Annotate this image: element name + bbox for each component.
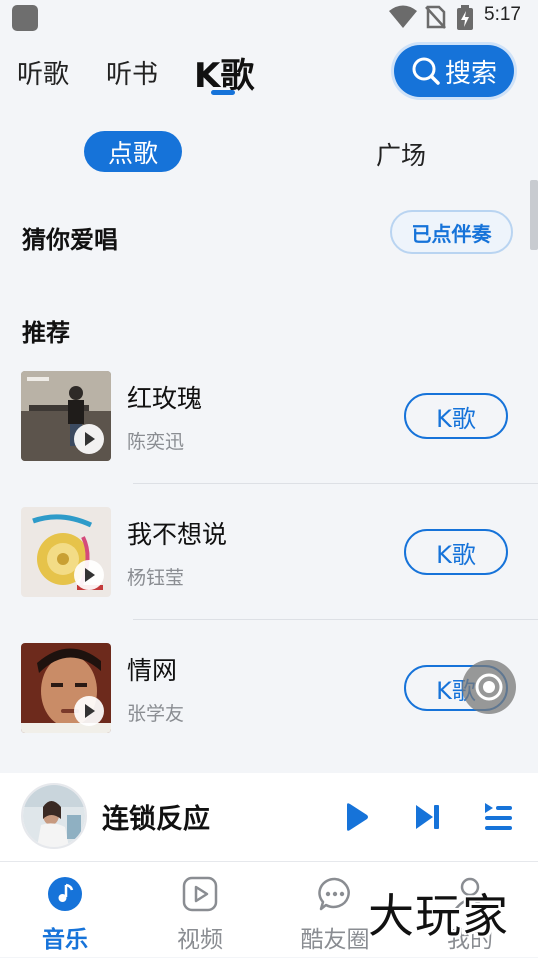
search-label: 搜索 [444, 58, 497, 89]
subtab-request-songs-label: 点歌 [107, 138, 158, 168]
next-track-button[interactable] [409, 799, 445, 835]
nav-item-music[interactable]: 音乐 [15, 862, 115, 958]
song-title: 情网 [127, 656, 178, 685]
album-cover[interactable] [21, 371, 111, 461]
karaoke-button[interactable]: K歌 [404, 393, 508, 439]
song-artist: 张学友 [127, 703, 185, 725]
tab-audiobooks[interactable]: 听书 [106, 54, 158, 91]
play-button[interactable] [338, 799, 374, 835]
nav-label-video: 视频 [177, 927, 223, 953]
mini-player[interactable]: 连锁反应 [0, 773, 538, 861]
nav-item-video[interactable]: 视频 [150, 862, 250, 958]
notification-app-icon [12, 5, 38, 31]
wifi-icon [389, 5, 417, 28]
now-playing-cover[interactable] [21, 783, 87, 849]
album-cover[interactable] [21, 643, 111, 733]
no-sim-icon [425, 5, 446, 29]
chat-bubble-icon [318, 877, 350, 911]
battery-charging-icon [457, 5, 473, 30]
skip-next-icon [416, 805, 439, 829]
requested-accompaniment-button[interactable]: 已点伴奏 [390, 210, 513, 254]
song-title: 我不想说 [127, 520, 228, 549]
play-icon [347, 803, 368, 831]
playlist-button[interactable] [480, 799, 516, 835]
assistive-touch-button[interactable] [462, 660, 516, 714]
row-divider [133, 619, 538, 620]
play-icon[interactable] [74, 696, 104, 726]
song-row[interactable]: 我不想说 杨钰莹 K歌 [0, 507, 538, 643]
music-note-icon [48, 877, 82, 911]
active-tab-indicator [211, 90, 235, 95]
tab-listen-songs[interactable]: 听歌 [17, 54, 69, 91]
assistive-touch-icon [475, 673, 503, 701]
song-artist: 杨钰莹 [127, 567, 185, 589]
section-title-recommend: 推荐 [22, 319, 70, 347]
album-cover[interactable] [21, 507, 111, 597]
search-button[interactable]: 搜索 [394, 45, 514, 97]
status-time: 5:17 [484, 4, 521, 25]
scrollbar[interactable] [530, 180, 538, 250]
requested-accompaniment-label: 已点伴奏 [411, 221, 492, 246]
section-title-guess: 猜你爱唱 [22, 226, 118, 254]
video-play-icon [182, 876, 218, 912]
song-artist: 陈奕迅 [127, 431, 185, 453]
watermark: 大玩家 [368, 889, 509, 943]
subtab-request-songs[interactable]: 点歌 [84, 131, 182, 172]
song-title: 红玫瑰 [127, 384, 203, 413]
now-playing-art [23, 785, 85, 847]
song-row[interactable]: 红玫瑰 陈奕迅 K歌 [0, 371, 538, 507]
status-bar: 5:17 [0, 0, 538, 34]
search-icon [412, 57, 440, 85]
subtab-plaza[interactable]: 广场 [376, 136, 426, 172]
playlist-icon [485, 803, 512, 830]
now-playing-title: 连锁反应 [102, 804, 210, 835]
nav-label-music: 音乐 [42, 927, 88, 953]
play-icon[interactable] [74, 560, 104, 590]
karaoke-button-label: K歌 [436, 404, 476, 433]
song-row[interactable]: 情网 张学友 K歌 [0, 643, 538, 779]
karaoke-button-label: K歌 [436, 540, 476, 569]
row-divider [133, 483, 538, 484]
karaoke-button[interactable]: K歌 [404, 529, 508, 575]
play-icon[interactable] [74, 424, 104, 454]
